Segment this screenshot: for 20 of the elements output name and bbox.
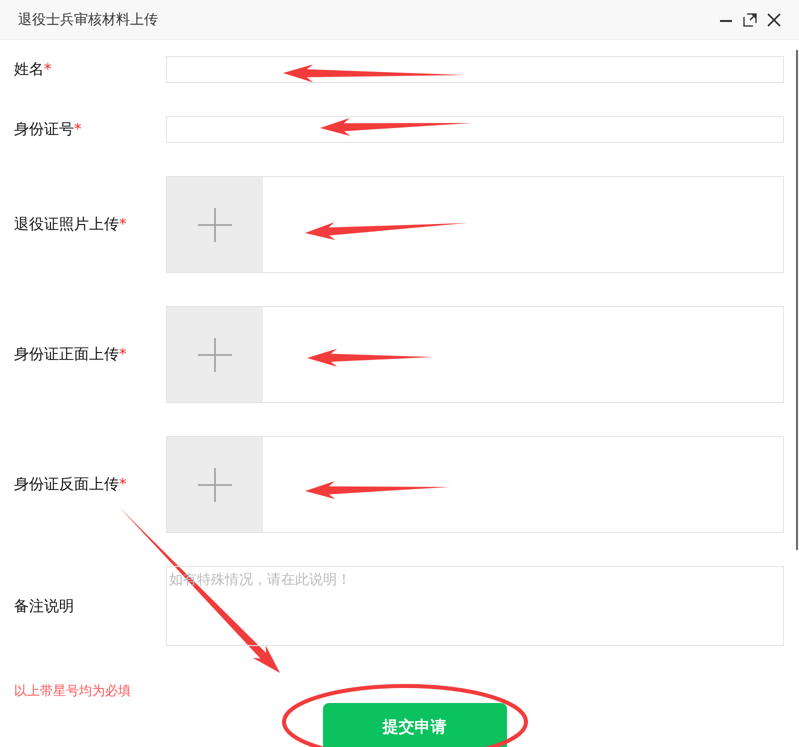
submit-button[interactable]: 提交申请 (322, 703, 506, 747)
field-label: 身份证正面上传* (14, 345, 128, 364)
maximize-icon[interactable] (743, 12, 757, 26)
input-field[interactable] (166, 116, 784, 143)
field-label: 姓名* (14, 60, 52, 79)
plus-icon[interactable] (198, 338, 232, 372)
upload-field[interactable] (166, 306, 784, 403)
input-field[interactable] (166, 56, 784, 83)
upload-field[interactable] (166, 176, 784, 273)
window-title: 退役士兵审核材料上传 (18, 10, 159, 28)
field-label: 身份证号* (14, 120, 82, 139)
plus-icon[interactable] (198, 208, 232, 242)
field-label: 退役证照片上传* (14, 215, 128, 234)
upload-field[interactable] (166, 436, 784, 533)
scrollbar[interactable] (796, 50, 798, 550)
field-label: 备注说明 (14, 596, 75, 616)
close-icon[interactable] (767, 12, 781, 26)
plus-icon[interactable] (198, 468, 232, 502)
required-note: 以上带星号均为必填 (14, 683, 131, 700)
field-label: 身份证反面上传* (14, 475, 128, 494)
